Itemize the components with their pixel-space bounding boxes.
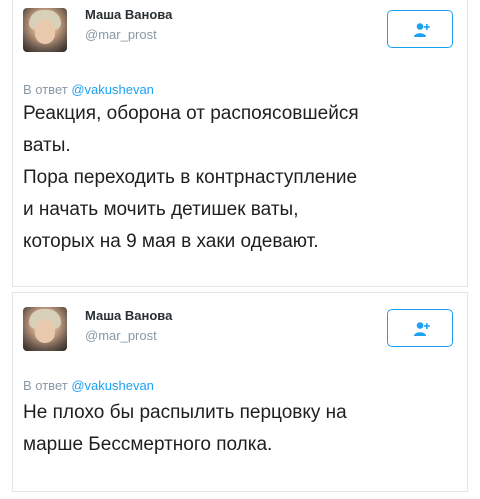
avatar[interactable] [23, 307, 67, 351]
follow-button[interactable] [387, 10, 453, 48]
tweet-text-line: Реакция, оборона от распоясовшейся [23, 103, 359, 124]
reply-prefix: В ответ [23, 378, 68, 393]
page: Маша Ванова @mar_prost В ответ @vakushev… [0, 0, 480, 499]
user-handle[interactable]: @mar_prost [85, 328, 157, 343]
tweet-text-line: и начать мочить детишек ваты, [23, 199, 299, 220]
tweet-card: Маша Ванова @mar_prost В ответ @vakushev… [12, 292, 468, 492]
reply-mention-link[interactable]: @vakushevan [71, 378, 154, 393]
user-handle[interactable]: @mar_prost [85, 27, 157, 42]
add-user-icon [414, 322, 430, 336]
avatar-face [35, 319, 55, 343]
avatar-face [35, 20, 55, 44]
reply-to-line: В ответ @vakushevan [23, 378, 154, 393]
tweet-text-line: марше Бессмертного полка. [23, 434, 273, 455]
avatar[interactable] [23, 8, 67, 52]
tweet-text-line: Пора переходить в контрнаступление [23, 167, 358, 188]
add-user-icon [414, 23, 430, 37]
reply-to-line: В ответ @vakushevan [23, 82, 154, 97]
tweet-text: Не плохо бы распылить перцовку на марше … [23, 397, 459, 461]
reply-mention-link[interactable]: @vakushevan [71, 82, 154, 97]
reply-prefix: В ответ [23, 82, 68, 97]
follow-button[interactable] [387, 309, 453, 347]
user-name[interactable]: Маша Ванова [85, 7, 172, 22]
tweet-text-line: ваты. [23, 135, 71, 156]
tweet-text-line: Не плохо бы распылить перцовку на [23, 402, 347, 423]
tweet-text: Реакция, оборона от распоясовшейся ваты.… [23, 98, 459, 258]
user-name[interactable]: Маша Ванова [85, 308, 172, 323]
tweet-text-line: которых на 9 мая в хаки одевают. [23, 231, 319, 252]
tweet-card: Маша Ванова @mar_prost В ответ @vakushev… [12, 0, 468, 287]
